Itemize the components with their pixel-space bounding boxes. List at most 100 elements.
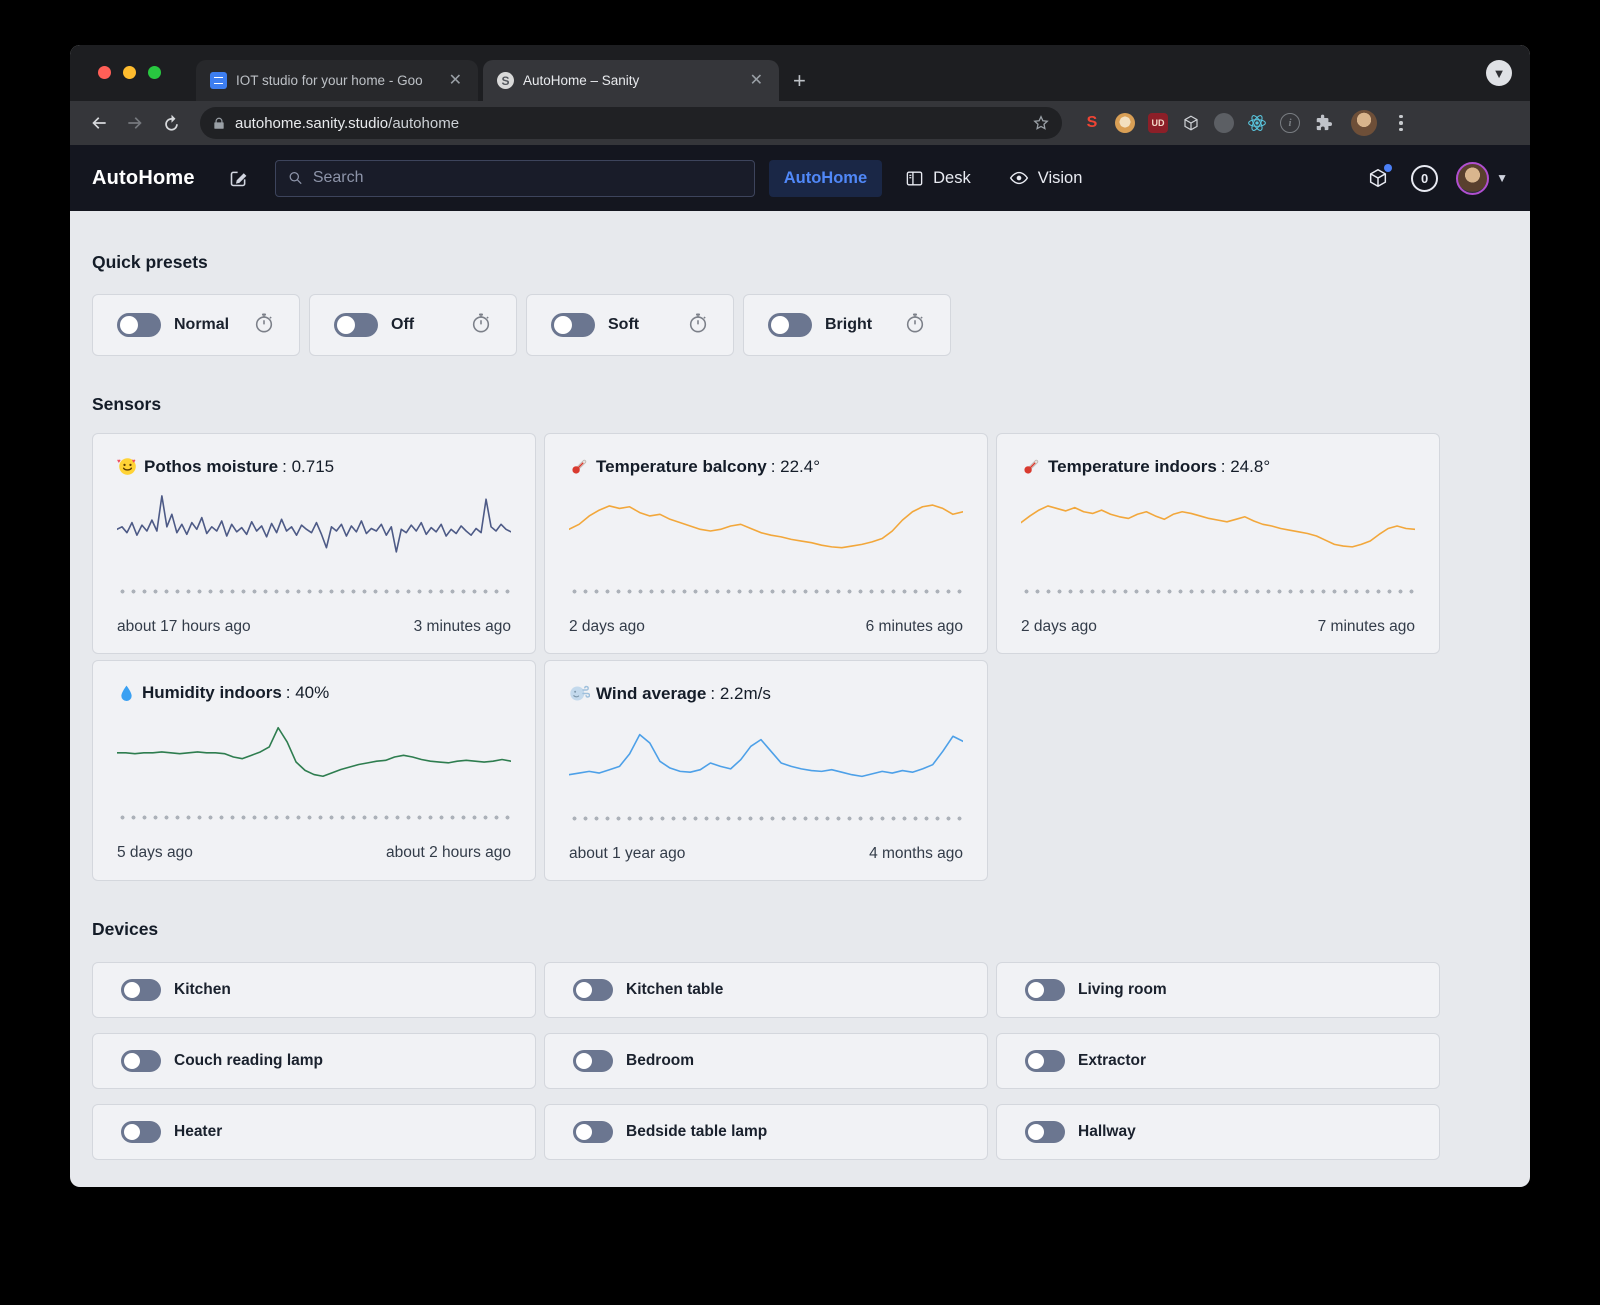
browser-tab-iot-studio[interactable]: IOT studio for your home - Goo ✕ xyxy=(196,60,478,101)
stopwatch-icon[interactable] xyxy=(687,312,709,339)
device-toggle[interactable] xyxy=(121,1121,161,1143)
extensions-puzzle-icon[interactable] xyxy=(1311,111,1335,135)
sensor-card-wind-average: Wind average: 2.2m/s about 1 year ago 4 … xyxy=(544,660,988,881)
close-tab-icon[interactable]: ✕ xyxy=(445,71,466,91)
tab-overview-button[interactable]: ▼ xyxy=(1486,60,1512,86)
sensor-sparkline xyxy=(569,487,963,575)
svg-text:♥: ♥ xyxy=(117,458,121,465)
preset-card-normal: Normal xyxy=(92,294,300,356)
sensor-to: 3 minutes ago xyxy=(413,618,511,635)
secure-lock-icon xyxy=(214,117,224,129)
sensor-sparkline xyxy=(117,713,511,801)
zoom-window-button[interactable] xyxy=(148,66,161,79)
user-avatar[interactable] xyxy=(1456,161,1490,195)
smiling-face-hearts-icon: ♥ ♥ xyxy=(117,456,138,477)
preset-label: Bright xyxy=(825,316,873,333)
sensor-sparkline xyxy=(1021,487,1415,575)
device-toggle[interactable] xyxy=(1025,1050,1065,1072)
bookmark-star-icon[interactable] xyxy=(1032,114,1050,132)
tab-title: AutoHome – Sanity xyxy=(523,73,640,88)
close-tab-icon[interactable]: ✕ xyxy=(746,71,767,91)
browser-menu-icon[interactable] xyxy=(1395,111,1407,136)
global-search[interactable] xyxy=(274,159,755,197)
wind-face-icon xyxy=(569,683,590,704)
device-toggle[interactable] xyxy=(1025,1121,1065,1143)
device-toggle[interactable] xyxy=(573,1121,613,1143)
address-bar[interactable]: autohome.sanity.studio/autohome xyxy=(200,107,1062,139)
close-window-button[interactable] xyxy=(98,66,111,79)
presets-heading: Quick presets xyxy=(92,252,208,272)
task-count-badge[interactable]: 0 xyxy=(1411,164,1439,192)
device-toggle[interactable] xyxy=(121,979,161,1001)
ud-extension-icon[interactable]: UD xyxy=(1146,111,1170,135)
sensor-value: : 0.715 xyxy=(282,456,335,476)
preset-card-soft: Soft xyxy=(526,294,734,356)
preset-label: Normal xyxy=(174,316,230,333)
browser-toolbar: autohome.sanity.studio/autohome S UD i xyxy=(70,101,1530,145)
device-label: Kitchen table xyxy=(626,981,724,998)
device-label: Heater xyxy=(174,1123,223,1140)
hamster-extension-icon[interactable] xyxy=(1113,111,1137,135)
device-card-hallway: Hallway xyxy=(996,1104,1440,1160)
docs-favicon-icon xyxy=(210,72,227,89)
sensor-to: 4 months ago xyxy=(869,845,963,862)
nav-tab-autohome[interactable]: AutoHome xyxy=(768,159,883,197)
device-label: Couch reading lamp xyxy=(174,1052,323,1069)
device-toggle[interactable] xyxy=(573,979,613,1001)
studio-header: AutoHome AutoHome Desk Vision 0 xyxy=(70,145,1530,211)
thermometer-icon xyxy=(569,456,590,477)
new-tab-button[interactable]: + xyxy=(779,60,820,101)
sensor-sparkline xyxy=(569,714,963,802)
sensor-from: 5 days ago xyxy=(117,844,193,861)
tab-title: IOT studio for your home - Goo xyxy=(236,73,423,88)
info-extension-icon[interactable]: i xyxy=(1278,111,1302,135)
back-button[interactable] xyxy=(84,108,114,138)
preset-card-off: Off xyxy=(309,294,517,356)
compose-icon[interactable] xyxy=(221,160,257,196)
sensor-time-range: 5 days ago about 2 hours ago xyxy=(117,844,511,862)
chevron-down-icon: ▼ xyxy=(1496,171,1508,185)
sensor-name: Temperature indoors xyxy=(1048,456,1217,476)
device-toggle[interactable] xyxy=(573,1050,613,1072)
preset-toggle[interactable] xyxy=(117,313,161,337)
user-menu[interactable]: ▼ xyxy=(1456,161,1508,195)
device-toggle[interactable] xyxy=(1025,979,1065,1001)
nav-tab-vision[interactable]: Vision xyxy=(994,160,1098,197)
forward-button[interactable] xyxy=(120,108,150,138)
preset-label: Soft xyxy=(608,316,640,333)
manage-project-icon[interactable] xyxy=(1363,163,1393,193)
dotted-baseline xyxy=(1021,589,1415,594)
sensor-time-range: about 17 hours ago 3 minutes ago xyxy=(117,618,511,636)
stopwatch-icon[interactable] xyxy=(904,312,926,339)
preset-toggle[interactable] xyxy=(768,313,812,337)
sensor-value: : 24.8° xyxy=(1220,456,1271,476)
device-toggle[interactable] xyxy=(121,1050,161,1072)
dashboard: Quick presets Normal Off Soft Bright Sen… xyxy=(70,211,1530,1187)
sensor-card-temperature-indoors: Temperature indoors: 24.8° 2 days ago 7 … xyxy=(996,433,1440,654)
stopwatch-icon[interactable] xyxy=(470,312,492,339)
stopwatch-icon[interactable] xyxy=(253,312,275,339)
sanity-extension-icon[interactable]: S xyxy=(1080,111,1104,135)
minimize-window-button[interactable] xyxy=(123,66,136,79)
preset-toggle[interactable] xyxy=(551,313,595,337)
device-card-bedside-table-lamp: Bedside table lamp xyxy=(544,1104,988,1160)
sensor-from: about 17 hours ago xyxy=(117,618,251,635)
browser-profile-avatar[interactable] xyxy=(1351,110,1377,136)
device-grid: Kitchen Kitchen table Living room Couch … xyxy=(92,962,1508,1160)
url-text: autohome.sanity.studio/autohome xyxy=(235,114,460,132)
browser-tab-autohome[interactable]: S AutoHome – Sanity ✕ xyxy=(483,60,779,101)
search-input[interactable] xyxy=(312,169,742,187)
preset-toggle[interactable] xyxy=(334,313,378,337)
sensor-title: ♥ ♥ Pothos moisture: 0.715 xyxy=(117,456,511,477)
circle-extension-icon[interactable] xyxy=(1212,111,1236,135)
sensors-heading: Sensors xyxy=(92,394,162,414)
reload-button[interactable] xyxy=(156,108,186,138)
device-card-couch-reading-lamp: Couch reading lamp xyxy=(92,1033,536,1089)
sensor-grid: ♥ ♥ Pothos moisture: 0.715 about 17 hours… xyxy=(92,433,1508,881)
react-devtools-icon[interactable] xyxy=(1245,111,1269,135)
sensor-from: about 1 year ago xyxy=(569,845,686,862)
device-card-kitchen: Kitchen xyxy=(92,962,536,1018)
nav-tab-desk[interactable]: Desk xyxy=(890,160,986,197)
cube-extension-icon[interactable] xyxy=(1179,111,1203,135)
device-label: Extractor xyxy=(1078,1052,1147,1069)
